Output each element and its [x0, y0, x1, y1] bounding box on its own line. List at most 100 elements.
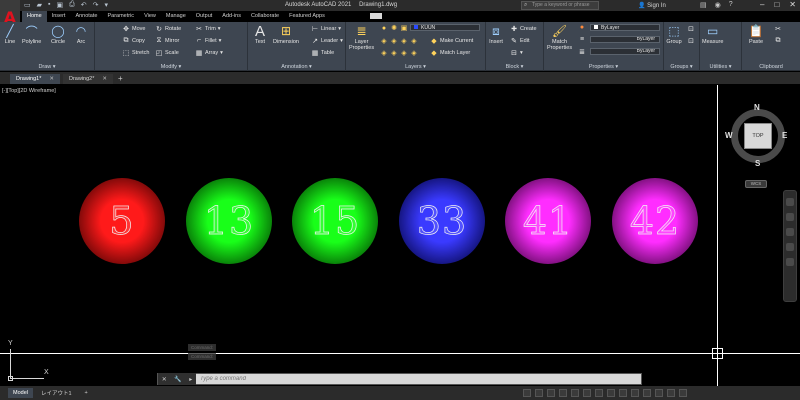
number-ball[interactable]: 13: [186, 178, 272, 264]
line-button[interactable]: ╱ Line: [2, 24, 18, 45]
workspace-icon[interactable]: [607, 389, 615, 397]
layer-tool-icon[interactable]: ◈: [410, 49, 418, 57]
layer-properties-button[interactable]: ≣ Layer Properties: [349, 24, 374, 51]
close-icon[interactable]: ✕: [49, 76, 54, 82]
compass-north[interactable]: N: [754, 103, 760, 112]
plot-icon[interactable]: ⎙: [69, 1, 75, 9]
recent-commands-icon[interactable]: ▸: [189, 376, 192, 383]
number-ball[interactable]: 33: [399, 178, 485, 264]
osnap-toggle-icon[interactable]: [571, 389, 579, 397]
layer-tool-icon[interactable]: ◈: [380, 49, 388, 57]
modify-panel-title[interactable]: Modify ▾: [95, 64, 247, 70]
redo-icon[interactable]: ↷: [93, 1, 99, 9]
text-button[interactable]: A Text: [252, 23, 268, 46]
tab-featured-apps[interactable]: Featured Apps: [284, 11, 330, 22]
tab-insert[interactable]: Insert: [47, 11, 71, 22]
groups-panel-title[interactable]: Groups ▾: [664, 64, 699, 70]
layers-panel-title[interactable]: Layers ▾: [346, 64, 485, 70]
layer-tool-icon[interactable]: ◈: [400, 37, 408, 45]
insert-block-button[interactable]: ⧈ Insert: [488, 24, 504, 46]
array-button[interactable]: ▦ Array ▾: [195, 49, 223, 57]
viewcube-top-face[interactable]: TOP: [744, 123, 772, 149]
properties-panel-title[interactable]: Properties ▾: [544, 64, 663, 70]
layer-tool-icon[interactable]: ◈: [400, 49, 408, 57]
open-file-icon[interactable]: ▰: [37, 1, 42, 9]
tab-annotate[interactable]: Annotate: [70, 11, 102, 22]
stretch-button[interactable]: ⬚ Stretch: [122, 49, 150, 57]
color-picker-icon[interactable]: ●: [578, 24, 586, 31]
paste-button[interactable]: 📋 Paste: [748, 24, 764, 45]
clipboard-panel-title[interactable]: Clipboard: [742, 64, 800, 70]
sun-icon[interactable]: ✺: [390, 24, 398, 32]
lineweight-toggle-icon[interactable]: [583, 389, 591, 397]
clean-screen-icon[interactable]: [667, 389, 675, 397]
bulb-icon[interactable]: ●: [380, 25, 388, 32]
layer-tool-icon[interactable]: ◈: [390, 49, 398, 57]
leader-button[interactable]: ↗ Leader ▾: [311, 37, 343, 45]
group-tool-2[interactable]: ⊡: [687, 37, 695, 45]
community-icon[interactable]: ◉: [715, 1, 721, 9]
table-button[interactable]: ▦ Table: [311, 49, 334, 57]
polyline-button[interactable]: ⌒ Polyline: [22, 24, 41, 46]
save-as-icon[interactable]: ▣: [57, 1, 64, 9]
make-current-button[interactable]: ◆ Make Current: [430, 37, 473, 45]
customize-icon[interactable]: [679, 389, 687, 397]
polar-toggle-icon[interactable]: [559, 389, 567, 397]
edit-block-button[interactable]: ✎ Edit: [510, 37, 529, 45]
search-input[interactable]: ⌕ Type a keyword or phrase: [521, 1, 599, 10]
new-file-icon[interactable]: ▭: [24, 1, 31, 9]
tab-output[interactable]: Output: [191, 11, 218, 22]
cut-button[interactable]: ✂: [774, 25, 782, 33]
move-button[interactable]: ✥ Move: [122, 25, 145, 33]
quick-properties-icon[interactable]: [631, 389, 639, 397]
linear-dim-button[interactable]: ⊢ Linear ▾: [311, 25, 341, 33]
minimize-icon[interactable]: –: [760, 0, 764, 9]
match-layer-button[interactable]: ◆ Match Layer: [430, 49, 470, 57]
compass-west[interactable]: W: [725, 131, 733, 140]
save-icon[interactable]: ▪: [48, 1, 50, 9]
layer-dropdown[interactable]: KUUN: [410, 24, 480, 31]
close-icon[interactable]: ✕: [162, 376, 167, 383]
grid-toggle-icon[interactable]: [523, 389, 531, 397]
viewport-controls[interactable]: [-][Top][2D Wireframe]: [2, 88, 56, 94]
layer-tool-icon[interactable]: ◈: [390, 37, 398, 45]
orbit-icon[interactable]: [786, 243, 794, 251]
copy-clip-button[interactable]: ⧉: [774, 37, 782, 45]
close-icon[interactable]: ✕: [102, 76, 107, 82]
trim-button[interactable]: ✂ Trim ▾: [195, 25, 221, 33]
maximize-icon[interactable]: □: [774, 0, 779, 9]
compass-south[interactable]: S: [755, 159, 760, 168]
create-block-button[interactable]: ✚ Create: [510, 25, 536, 33]
lineweight-dropdown[interactable]: ByLayer: [590, 48, 660, 55]
tab-home[interactable]: Home: [22, 11, 47, 22]
viewcube[interactable]: TOP N S E W: [725, 103, 789, 173]
command-input[interactable]: [196, 374, 641, 384]
utilities-panel-title[interactable]: Utilities ▾: [700, 64, 741, 70]
match-properties-button[interactable]: 🖌 Match Properties: [547, 24, 572, 51]
isolate-icon[interactable]: [643, 389, 651, 397]
annotation-scale-icon[interactable]: [595, 389, 603, 397]
qat-dropdown-icon[interactable]: ▾: [104, 1, 108, 9]
layer-tool-icon[interactable]: ◈: [380, 37, 388, 45]
scale-button[interactable]: ◰ Scale: [155, 49, 179, 57]
number-ball[interactable]: 5: [79, 178, 165, 264]
sign-in-button[interactable]: 👤 Sign In: [638, 2, 666, 9]
fillet-button[interactable]: ⌐ Fillet ▾: [195, 37, 221, 44]
tab-collaborate[interactable]: Collaborate: [246, 11, 284, 22]
layout-tab-layout1[interactable]: レイアウト1: [36, 387, 77, 399]
block-panel-title[interactable]: Block ▾: [486, 64, 543, 70]
cart-icon[interactable]: ▤: [700, 1, 707, 9]
wcs-menu[interactable]: WCS: [745, 180, 767, 188]
wrench-icon[interactable]: 🔧: [174, 376, 181, 383]
ortho-toggle-icon[interactable]: [547, 389, 555, 397]
undo-icon[interactable]: ↶: [81, 1, 87, 9]
tab-view[interactable]: View: [139, 11, 161, 22]
mirror-button[interactable]: ⧖ Mirror: [155, 37, 180, 45]
linetype-dropdown[interactable]: ByLayer: [590, 36, 660, 43]
color-dropdown[interactable]: ByLayer: [590, 24, 660, 31]
close-icon[interactable]: ✕: [789, 0, 796, 9]
steering-wheel-icon[interactable]: [786, 198, 794, 206]
arc-button[interactable]: ◠ Arc: [73, 24, 89, 45]
doc-tab-drawing1[interactable]: Drawing1* ✕: [10, 74, 60, 84]
units-icon[interactable]: [619, 389, 627, 397]
